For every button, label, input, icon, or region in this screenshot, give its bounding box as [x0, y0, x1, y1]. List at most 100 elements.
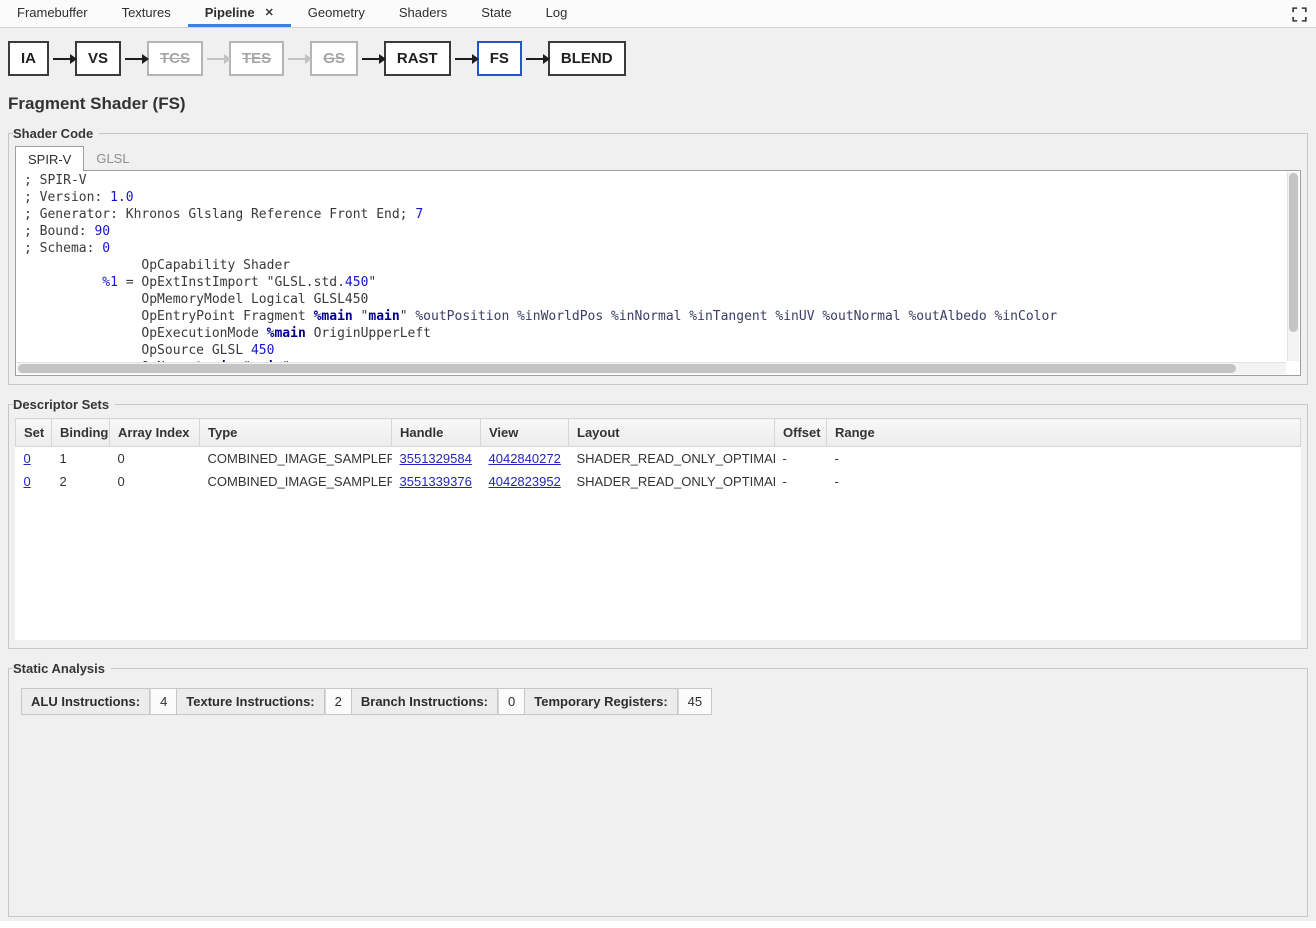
stat-branch-instructions: Branch Instructions:0 — [351, 688, 525, 715]
cell-view: 4042840272 — [481, 447, 569, 471]
tab-label: Framebuffer — [17, 5, 88, 20]
set-link[interactable]: 0 — [24, 474, 31, 489]
pipeline-stage-rast[interactable]: RAST — [384, 41, 451, 76]
table-header-row: SetBindingArray IndexTypeHandleViewLayou… — [16, 419, 1301, 447]
tab-shaders[interactable]: Shaders — [382, 0, 464, 27]
tab-close-icon[interactable]: ✕ — [265, 6, 274, 19]
pipeline-stage-flow: IA VS TCS TES GS RAST FS BLEND — [0, 28, 1316, 88]
handle-link[interactable]: 3551339376 — [400, 474, 472, 489]
stat-texture-instructions: Texture Instructions:2 — [176, 688, 352, 715]
vertical-scrollbar-thumb[interactable] — [1289, 173, 1298, 332]
code-horizontal-scrollbar[interactable] — [17, 362, 1286, 374]
window-tab-bar: Framebuffer Textures Pipeline✕ Geometry Shad… — [0, 0, 1316, 28]
page-title: Fragment Shader (FS) — [8, 94, 1308, 114]
static-analysis-host: ALU Instructions:4Texture Instructions:2… — [15, 680, 1301, 908]
pipeline-stage-tcs[interactable]: TCS — [147, 41, 203, 76]
descriptor-sets-table-host: SetBindingArray IndexTypeHandleViewLayou… — [15, 418, 1301, 640]
static-analysis-group: Static Analysis ALU Instructions:4Textur… — [8, 661, 1308, 917]
column-header-layout[interactable]: Layout — [569, 419, 775, 447]
cell-set: 0 — [16, 447, 52, 471]
column-header-handle[interactable]: Handle — [392, 419, 481, 447]
cell-range: - — [827, 447, 1301, 471]
pipeline-stage-gs[interactable]: GS — [310, 41, 358, 76]
descriptor-row: 020COMBINED_IMAGE_SAMPLER355133937640428… — [16, 470, 1301, 493]
pipeline-stage-vs[interactable]: VS — [75, 41, 121, 76]
static-analysis-stats: ALU Instructions:4Texture Instructions:2… — [21, 688, 1301, 715]
stat-value: 45 — [678, 688, 712, 715]
stat-value: 0 — [498, 688, 525, 715]
column-header-array-index[interactable]: Array Index — [110, 419, 200, 447]
stat-label: Texture Instructions: — [176, 688, 324, 715]
column-header-view[interactable]: View — [481, 419, 569, 447]
stat-label: ALU Instructions: — [21, 688, 150, 715]
tab-strip: Framebuffer Textures Pipeline✕ Geometry Shad… — [0, 0, 584, 27]
shader-code-group: Shader Code SPIR-VGLSL ; SPIR-V; Version… — [8, 126, 1308, 385]
code-line: ; Generator: Khronos Glslang Reference F… — [24, 206, 1280, 223]
horizontal-scrollbar-thumb[interactable] — [18, 364, 1236, 373]
pipeline-stage-blend[interactable]: BLEND — [548, 41, 626, 76]
code-line: %1 = OpExtInstImport "GLSL.std.450" — [24, 274, 1280, 291]
descriptor-sets-table: SetBindingArray IndexTypeHandleViewLayou… — [15, 418, 1301, 493]
code-line: ; Version: 1.0 — [24, 189, 1280, 206]
tab-framebuffer[interactable]: Framebuffer — [0, 0, 105, 27]
pipeline-arrow — [455, 58, 473, 60]
cell-type: COMBINED_IMAGE_SAMPLER — [200, 447, 392, 471]
pipeline-stage-ia[interactable]: IA — [8, 41, 49, 76]
expand-corners-icon — [1292, 7, 1307, 22]
code-vertical-scrollbar[interactable] — [1287, 172, 1299, 361]
column-header-offset[interactable]: Offset — [775, 419, 827, 447]
stat-value: 2 — [325, 688, 352, 715]
cell-handle: 3551339376 — [392, 470, 481, 493]
cell-handle: 3551329584 — [392, 447, 481, 471]
cell-view: 4042823952 — [481, 470, 569, 493]
cell-range: - — [827, 470, 1301, 493]
stat-temporary-registers: Temporary Registers:45 — [524, 688, 712, 715]
descriptor-sets-group-title: Descriptor Sets — [13, 397, 115, 412]
code-line: OpMemoryModel Logical GLSL450 — [24, 291, 1280, 308]
tab-label: State — [481, 5, 511, 20]
shader-code-group-title: Shader Code — [13, 126, 99, 141]
fullscreen-icon[interactable] — [1290, 5, 1308, 23]
tab-label: Log — [546, 5, 568, 20]
cell-layout: SHADER_READ_ONLY_OPTIMAL — [569, 447, 775, 471]
pipeline-arrow — [207, 58, 225, 60]
view-link[interactable]: 4042823952 — [489, 474, 561, 489]
set-link[interactable]: 0 — [24, 451, 31, 466]
spirv-disassembly: ; SPIR-V; Version: 1.0; Generator: Khron… — [18, 172, 1286, 362]
stat-label: Temporary Registers: — [524, 688, 677, 715]
tab-pipeline[interactable]: Pipeline✕ — [188, 0, 291, 27]
column-header-type[interactable]: Type — [200, 419, 392, 447]
view-link[interactable]: 4042840272 — [489, 451, 561, 466]
shader-code-viewer[interactable]: ; SPIR-V; Version: 1.0; Generator: Khron… — [15, 170, 1301, 376]
column-header-set[interactable]: Set — [16, 419, 52, 447]
tab-label: Geometry — [308, 5, 365, 20]
pipeline-stage-fs[interactable]: FS — [477, 41, 522, 76]
tab-log[interactable]: Log — [529, 0, 585, 27]
pipeline-stage-tes[interactable]: TES — [229, 41, 284, 76]
cell-binding: 2 — [52, 470, 110, 493]
tab-geometry[interactable]: Geometry — [291, 0, 382, 27]
static-analysis-group-title: Static Analysis — [13, 661, 111, 676]
handle-link[interactable]: 3551329584 — [400, 451, 472, 466]
code-line: OpCapability Shader — [24, 257, 1280, 274]
bottom-strip — [0, 921, 1316, 928]
shader-tab-spir-v[interactable]: SPIR-V — [15, 146, 84, 171]
pipeline-arrow — [362, 58, 380, 60]
code-line: OpSource GLSL 450 — [24, 342, 1280, 359]
tab-state[interactable]: State — [464, 0, 528, 27]
cell-offset: - — [775, 447, 827, 471]
column-header-range[interactable]: Range — [827, 419, 1301, 447]
shader-language-tabs: SPIR-VGLSL — [15, 146, 1301, 170]
stat-alu-instructions: ALU Instructions:4 — [21, 688, 177, 715]
cell-array-index: 0 — [110, 447, 200, 471]
code-line: ; Bound: 90 — [24, 223, 1280, 240]
column-header-binding[interactable]: Binding — [52, 419, 110, 447]
pipeline-arrow — [125, 58, 143, 60]
pipeline-arrow — [53, 58, 71, 60]
tab-textures[interactable]: Textures — [105, 0, 188, 27]
code-line: OpEntryPoint Fragment %main "main" %outP… — [24, 308, 1280, 325]
tab-label: Shaders — [399, 5, 447, 20]
tab-label: Textures — [122, 5, 171, 20]
shader-tab-glsl[interactable]: GLSL — [84, 146, 141, 170]
descriptor-row: 010COMBINED_IMAGE_SAMPLER355132958440428… — [16, 447, 1301, 471]
